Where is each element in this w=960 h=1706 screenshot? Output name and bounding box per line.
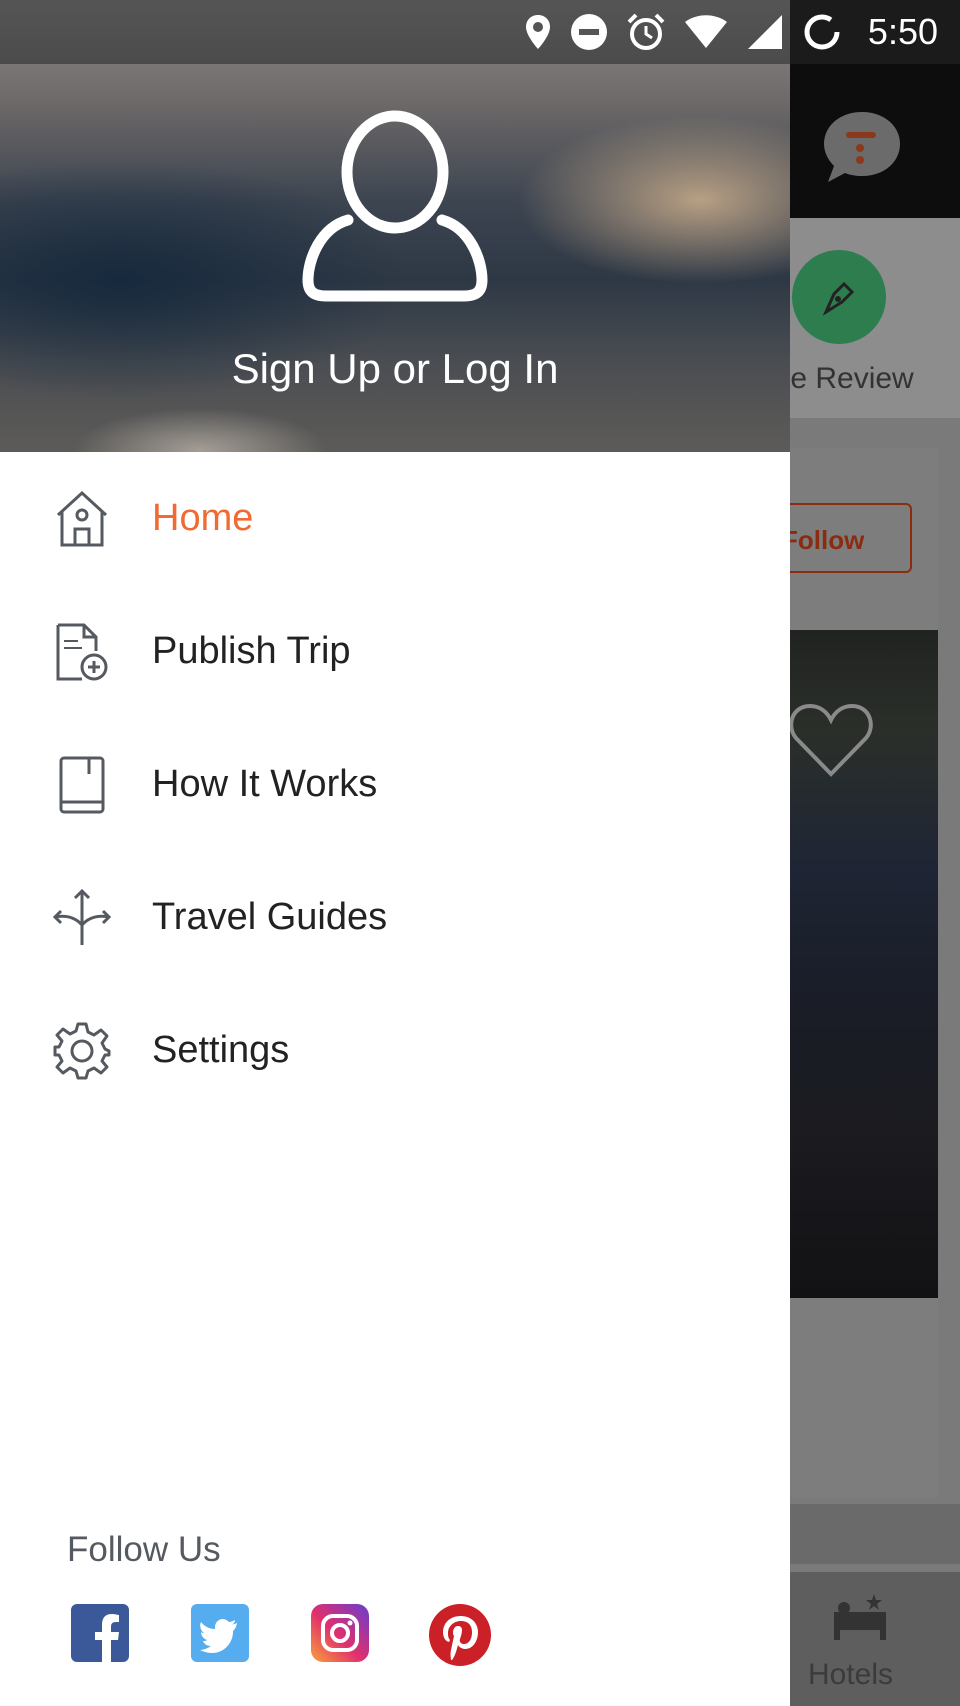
twitter-icon[interactable] xyxy=(191,1604,249,1662)
chat-bubble-icon[interactable] xyxy=(822,108,902,188)
do-not-disturb-icon xyxy=(570,13,608,51)
hotels-tab-label[interactable]: Hotels xyxy=(808,1658,893,1692)
hotel-bed-icon xyxy=(834,1594,886,1640)
pinterest-icon[interactable] xyxy=(429,1604,491,1666)
menu-label-travel-guides: Travel Guides xyxy=(152,896,388,938)
menu-item-how-it-works[interactable]: How It Works xyxy=(0,718,790,851)
status-time: 5:50 xyxy=(867,11,938,52)
menu-label-publish-trip: Publish Trip xyxy=(152,630,351,672)
instagram-icon[interactable] xyxy=(311,1604,369,1662)
drawer-header: Sign Up or Log In xyxy=(0,0,790,452)
drawer-menu: Home Publish Trip How It Works Travel Gu… xyxy=(0,452,790,1117)
menu-label-settings: Settings xyxy=(152,1029,290,1071)
signal-icon xyxy=(746,13,784,51)
write-review-label: te Review xyxy=(782,362,914,395)
write-review-icon[interactable] xyxy=(792,250,886,344)
status-bar: 5:50 xyxy=(0,0,960,64)
split-arrows-icon xyxy=(50,886,114,950)
navigation-drawer: Sign Up or Log In Home Publish Trip How … xyxy=(0,0,790,1706)
book-icon xyxy=(50,753,114,817)
facebook-icon[interactable] xyxy=(71,1604,129,1662)
publish-document-icon xyxy=(50,620,114,684)
menu-item-home[interactable]: Home xyxy=(0,452,790,585)
alarm-icon xyxy=(626,12,666,52)
home-icon xyxy=(50,487,114,551)
menu-label-home: Home xyxy=(152,497,254,539)
menu-label-how-it-works: How It Works xyxy=(152,763,378,805)
location-icon xyxy=(524,13,552,51)
gear-icon xyxy=(50,1019,114,1083)
wifi-icon xyxy=(684,14,728,50)
login-link[interactable]: Sign Up or Log In xyxy=(0,345,790,393)
heart-icon[interactable] xyxy=(788,700,874,785)
menu-item-travel-guides[interactable]: Travel Guides xyxy=(0,851,790,984)
avatar-icon[interactable] xyxy=(300,110,490,302)
share-row xyxy=(790,1504,960,1564)
menu-item-publish-trip[interactable]: Publish Trip xyxy=(0,585,790,718)
follow-button[interactable]: Follow xyxy=(770,503,912,573)
menu-item-settings[interactable]: Settings xyxy=(0,984,790,1117)
follow-us-heading: Follow Us xyxy=(67,1530,221,1569)
battery-loading-icon xyxy=(802,12,842,52)
